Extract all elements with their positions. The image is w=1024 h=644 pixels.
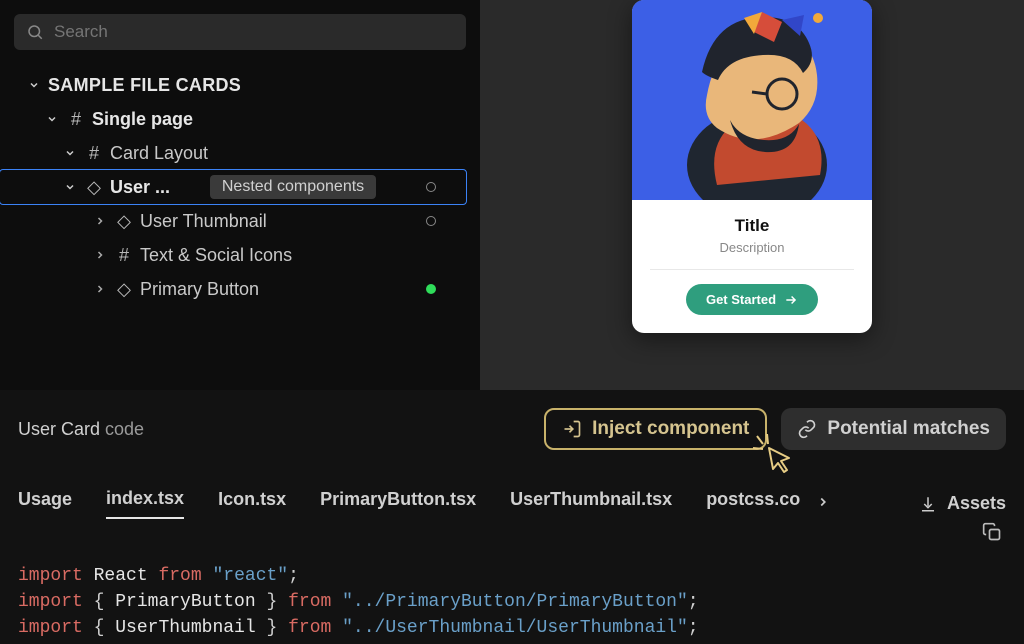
search-icon [26,23,44,41]
chevron-down-icon [62,181,78,193]
tree-item-user-card[interactable]: ◇ User ... Nested components [0,170,466,204]
tree-section-header[interactable]: SAMPLE FILE CARDS [14,68,466,102]
tree-item-label: User ... [110,177,170,198]
search-box[interactable] [14,14,466,50]
chevron-right-icon [92,283,108,295]
tree-item-card-layout[interactable]: # Card Layout [14,136,466,170]
preview-panel: Title Description Get Started [480,0,1024,390]
code-panel-title: User Card code [18,419,144,440]
chevron-right-icon [92,249,108,261]
card-preview: Title Description Get Started [632,0,872,333]
chevron-right-icon[interactable] [816,493,830,514]
status-dot-icon [426,182,436,192]
tab-icon[interactable]: Icon.tsx [218,489,286,518]
tree-item-user-thumbnail[interactable]: ◇ User Thumbnail [14,204,466,238]
tree-item-text-social[interactable]: # Text & Social Icons [14,238,466,272]
cursor-icon [753,434,793,474]
code-panel: User Card code Inject component Potentia… [0,390,1024,644]
search-input[interactable] [54,22,454,42]
inject-icon [562,419,582,439]
component-icon: ◇ [114,211,134,232]
section-label: SAMPLE FILE CARDS [48,75,241,96]
tree-item-label: Text & Social Icons [140,245,292,266]
frame-icon: # [114,245,134,266]
card-description: Description [650,240,854,255]
tab-primary-button[interactable]: PrimaryButton.tsx [320,489,476,518]
button-label: Inject component [592,418,749,440]
status-dot-icon [426,216,436,226]
avatar-illustration [632,0,872,200]
link-icon [797,419,817,439]
inject-component-button[interactable]: Inject component [544,408,767,450]
frame-icon: # [84,143,104,164]
get-started-button[interactable]: Get Started [686,284,818,315]
layers-panel: SAMPLE FILE CARDS # Single page # Card L… [0,0,480,390]
tree-item-single-page[interactable]: # Single page [14,102,466,136]
chevron-down-icon [26,79,42,91]
tree-item-label: Primary Button [140,279,259,300]
copy-icon[interactable] [982,522,1002,547]
component-icon: ◇ [84,177,104,198]
status-dot-icon [426,284,436,294]
assets-button[interactable]: Assets [919,493,1006,514]
tree-item-label: User Thumbnail [140,211,267,232]
card-image [632,0,872,200]
card-title: Title [650,216,854,236]
tab-usage[interactable]: Usage [18,489,72,518]
component-icon: ◇ [114,279,134,300]
tab-user-thumbnail[interactable]: UserThumbnail.tsx [510,489,672,518]
assets-label: Assets [947,493,1006,514]
code-block: import React from "react"; import { Prim… [18,537,1006,644]
code-tabs: Usage index.tsx Icon.tsx PrimaryButton.t… [18,488,1006,519]
potential-matches-button[interactable]: Potential matches [781,408,1006,450]
button-label: Get Started [706,292,776,307]
divider [650,269,854,270]
frame-icon: # [66,109,86,130]
tree-item-label: Single page [92,109,193,130]
button-label: Potential matches [827,418,990,440]
arrow-right-icon [784,293,798,307]
chevron-down-icon [44,113,60,125]
tree-item-primary-button[interactable]: ◇ Primary Button [14,272,466,306]
tree-item-label: Card Layout [110,143,208,164]
chevron-down-icon [62,147,78,159]
tab-index[interactable]: index.tsx [106,488,184,519]
download-icon [919,495,937,513]
tab-postcss[interactable]: postcss.co [706,489,800,518]
chevron-right-icon [92,215,108,227]
nested-components-badge[interactable]: Nested components [210,175,376,199]
